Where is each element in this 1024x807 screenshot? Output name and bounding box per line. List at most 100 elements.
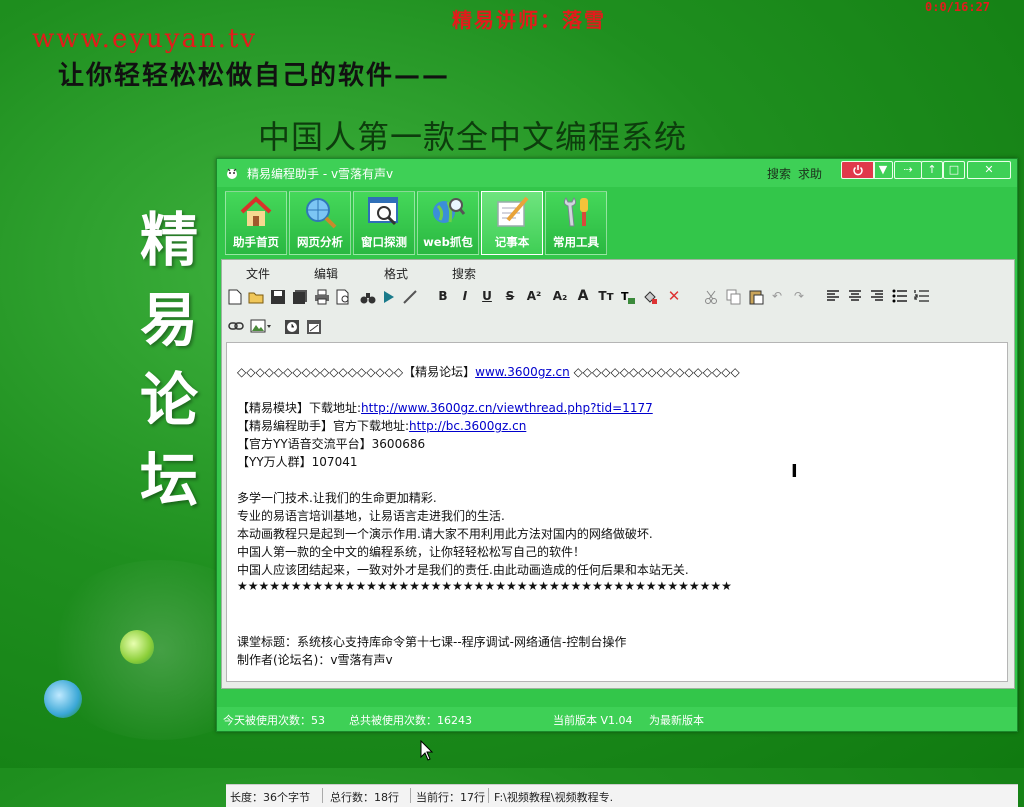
today-usage: 今天被使用次数：53: [223, 714, 325, 727]
bold-button[interactable]: B: [436, 288, 450, 304]
paste-icon[interactable]: [748, 289, 764, 305]
app-icon: [227, 168, 237, 179]
align-left-icon[interactable]: [826, 289, 840, 303]
help-link[interactable]: 求助: [798, 165, 822, 182]
up-arrow-icon: ↑: [927, 163, 937, 176]
redo-button[interactable]: ↷: [792, 288, 806, 304]
toolbar-web-capture[interactable]: web抓包: [417, 191, 479, 255]
module-label: 【精易模块】下载地址:: [237, 401, 362, 415]
open-folder-icon[interactable]: [248, 289, 264, 305]
align-right-icon[interactable]: [870, 289, 884, 303]
menu-edit[interactable]: 编辑: [314, 265, 338, 282]
yy-platform-line: 【官方YY语音交流平台】3600686: [237, 437, 426, 451]
site-url: www.eyuyan.tv: [32, 24, 258, 54]
pen-icon[interactable]: [402, 289, 418, 305]
italic-button[interactable]: I: [458, 288, 472, 304]
power-button[interactable]: [841, 161, 875, 179]
calendar-icon[interactable]: [306, 319, 322, 335]
stars-line: ★★★★★★★★★★★★★★★★★★★★★★★★★★★★★★★★★★★★★★★★…: [237, 579, 732, 593]
toolbar-label: 网页分析: [297, 235, 343, 249]
undo-button[interactable]: ↶: [770, 288, 784, 304]
chevron-down-icon: ▼: [878, 163, 888, 176]
arrow-right-icon[interactable]: [382, 289, 396, 305]
strikethrough-button[interactable]: S: [503, 288, 517, 304]
toolbar-notepad[interactable]: 记事本: [481, 191, 543, 255]
module-link[interactable]: http://www.3600gz.cn/viewthread.php?tid=…: [361, 401, 653, 415]
window-search-icon: [368, 197, 398, 226]
home-icon: [240, 196, 272, 226]
underline-button[interactable]: U: [480, 288, 494, 304]
svg-text:T: T: [621, 290, 629, 303]
status-total-lines: 总行数：18行: [330, 791, 399, 804]
toolbar-label: 记事本: [494, 235, 530, 249]
toolbar-home[interactable]: 助手首页: [225, 191, 287, 255]
toolbar-label: web抓包: [423, 235, 473, 249]
image-icon[interactable]: [250, 319, 272, 335]
bullet-list-icon[interactable]: [892, 289, 908, 303]
text-line: 多学一门技术.让我们的生命更加精彩.: [237, 491, 437, 505]
text-color-icon[interactable]: T: [620, 289, 636, 305]
font-button[interactable]: A: [576, 288, 590, 304]
instructor-title: 精易讲师：落雪: [452, 8, 606, 32]
subscript-button[interactable]: A₂: [550, 288, 570, 304]
vertical-char: 坛: [139, 446, 198, 514]
menu-search[interactable]: 搜索: [452, 265, 476, 282]
print-preview-icon[interactable]: [336, 289, 352, 305]
text-line: 中国人第一款的全中文的编程系统，让你轻轻松松写自己的软件！: [237, 545, 586, 559]
vertical-char: 易: [139, 286, 198, 354]
vertical-char: 论: [139, 366, 198, 434]
copy-icon[interactable]: [726, 289, 742, 305]
top-button[interactable]: ↑: [921, 161, 943, 179]
toolbar-tools[interactable]: 常用工具: [545, 191, 607, 255]
clear-format-button[interactable]: ✕: [666, 288, 682, 304]
close-icon: ✕: [667, 287, 681, 305]
status-length: 长度：36个字节: [230, 791, 310, 804]
cut-icon[interactable]: [704, 289, 718, 305]
helper-label: 【精易编程助手】官方下载地址:: [237, 419, 410, 433]
dropdown-button[interactable]: ▼: [873, 161, 893, 179]
subtitle: 中国人第一款全中文编程系统: [258, 118, 688, 156]
clock-icon[interactable]: [284, 319, 300, 335]
text-line: 本动画教程只是起到一个演示作用.请大家不用利用此方法对国内的网络做破坏.: [237, 527, 653, 541]
vertical-char: 精: [139, 206, 198, 274]
status-divider: [410, 788, 411, 803]
fill-color-icon[interactable]: [642, 289, 658, 305]
maximize-button[interactable]: □: [943, 161, 965, 179]
pin-button[interactable]: ⇢: [894, 161, 922, 179]
toolbar-window-probe[interactable]: 窗口探测: [353, 191, 415, 255]
forum-decoration-right: ◇◇◇◇◇◇◇◇◇◇◇◇◇◇◇◇◇◇: [569, 365, 740, 379]
slogan: 让你轻轻松松做自己的软件——: [58, 61, 451, 91]
power-icon: [853, 165, 863, 176]
status-path: F:\视频教程\视频教程专.: [494, 791, 614, 804]
helper-link[interactable]: http://bc.3600gz.cn: [409, 419, 526, 433]
menu-file[interactable]: 文件: [246, 265, 270, 282]
align-center-icon[interactable]: [848, 289, 862, 303]
menu-format[interactable]: 格式: [384, 265, 408, 282]
toolbar-label: 助手首页: [233, 235, 279, 249]
tools-icon: [563, 197, 588, 227]
toolbar-web-analysis[interactable]: 网页分析: [289, 191, 351, 255]
document-content[interactable]: ◇◇◇◇◇◇◇◇◇◇◇◇◇◇◇◇◇◇【精易论坛】www.3600gz.cn ◇◇…: [226, 342, 1008, 682]
redo-icon: ↷: [793, 289, 805, 303]
binoculars-icon[interactable]: [360, 289, 376, 305]
globe-search-icon: [306, 198, 337, 229]
status-current-line: 当前行：17行: [416, 791, 485, 804]
superscript-button[interactable]: A²: [524, 288, 544, 304]
print-icon[interactable]: [314, 289, 330, 305]
helper-line: 【精易编程助手】官方下载地址:http://bc.3600gz.cn: [237, 417, 526, 434]
close-button[interactable]: ✕: [967, 161, 1011, 179]
format-toolbar: B I U S A² A₂ A Tт T ✕ ↶ ↷: [222, 286, 1014, 308]
forum-line: ◇◇◇◇◇◇◇◇◇◇◇◇◇◇◇◇◇◇【精易论坛】www.3600gz.cn ◇◇…: [237, 363, 740, 380]
forum-link[interactable]: www.3600gz.cn: [475, 365, 570, 379]
numbered-list-icon[interactable]: [914, 289, 930, 303]
new-file-icon[interactable]: [228, 289, 242, 305]
helper-window: 精易编程助手 - v雪落有声v 搜索 求助 ▼ ⇢ ↑ □ ✕ 助手首页 网页分…: [216, 158, 1018, 807]
save-icon[interactable]: [270, 289, 286, 305]
search-link[interactable]: 搜索: [767, 165, 791, 182]
total-usage: 总共被使用次数：16243: [349, 714, 472, 727]
save-all-icon[interactable]: [292, 289, 308, 305]
module-line: 【精易模块】下载地址:http://www.3600gz.cn/viewthre…: [237, 399, 653, 416]
author-line: 制作者(论坛名)：v雪落有声v: [237, 653, 393, 667]
font-size-button[interactable]: Tт: [596, 288, 616, 304]
link-icon[interactable]: [228, 319, 244, 333]
